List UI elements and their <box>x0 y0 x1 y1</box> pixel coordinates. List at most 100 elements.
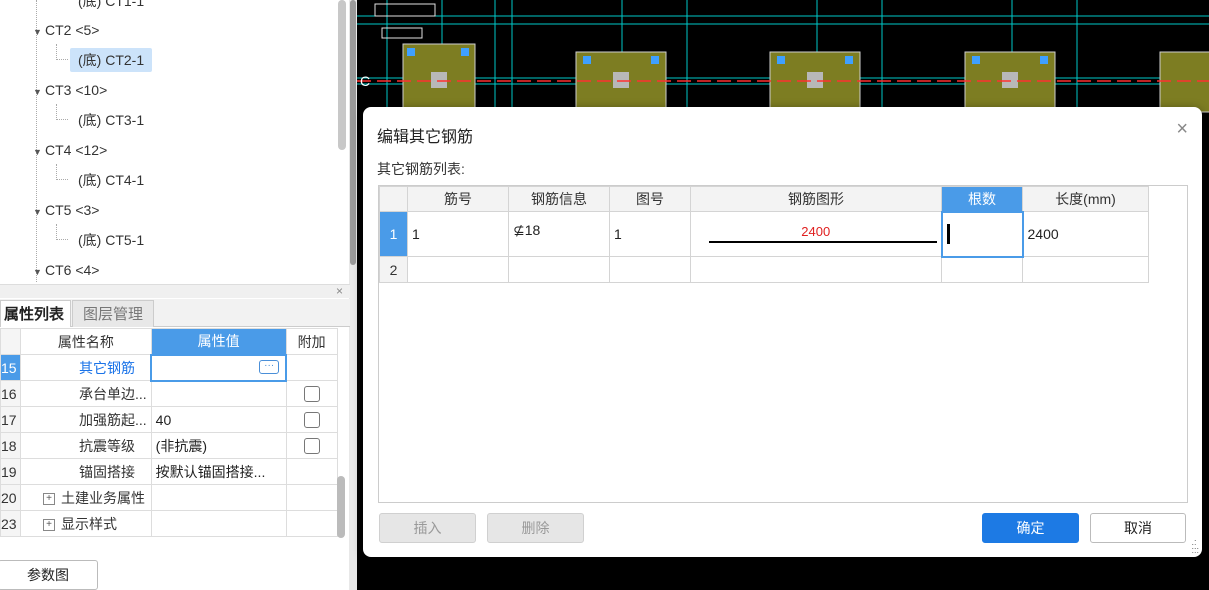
shape-line <box>709 241 937 243</box>
more-options-button[interactable]: ··· <box>259 359 280 374</box>
tree-node-ct5[interactable]: ▼ CT5 <3> <box>33 199 99 221</box>
rebar-shape-cell[interactable]: 2400 <box>690 211 942 257</box>
collapse-arrow-icon[interactable]: ▼ <box>33 141 45 163</box>
extra-checkbox[interactable] <box>303 438 320 455</box>
table-row[interactable]: 2 <box>379 256 1149 283</box>
column-header-figure-no[interactable]: 图号 <box>609 186 691 212</box>
length-cell[interactable]: 2400 <box>1022 211 1149 257</box>
column-header-bar-no[interactable]: 筋号 <box>407 186 509 212</box>
parameter-diagram-button[interactable]: 参数图 <box>0 560 98 590</box>
row-number: 2 <box>379 256 408 283</box>
property-value-field[interactable]: (非抗震) <box>150 432 287 459</box>
property-value-field[interactable] <box>150 484 287 511</box>
row-number: 15 <box>0 354 21 381</box>
text-caret <box>946 224 950 244</box>
property-name[interactable]: 承台单边... <box>20 380 152 407</box>
property-name[interactable]: 其它钢筋 <box>20 354 152 381</box>
tree-leaf-ct1-1[interactable]: (底) CT1-1 <box>70 0 152 13</box>
property-value-field[interactable]: 按默认锚固搭接... <box>150 458 287 485</box>
count-cell[interactable] <box>941 256 1023 283</box>
tree-node-label: CT3 <10> <box>45 82 108 98</box>
property-tabs: 属性列表 图层管理 <box>0 299 350 327</box>
shape-length-label: 2400 <box>801 224 831 239</box>
table-row[interactable]: 20 + 土建业务属性 <box>0 484 338 511</box>
column-header-count[interactable]: 根数 <box>941 186 1023 212</box>
tree-node-label: CT2 <5> <box>45 22 100 38</box>
bar-no-cell[interactable]: 1 <box>407 211 509 257</box>
table-row[interactable]: 17 加强筋起... 40 <box>0 406 338 433</box>
property-group[interactable]: + 显示样式 <box>20 510 152 537</box>
row-number: 23 <box>0 510 21 537</box>
column-header-name: 属性名称 <box>20 328 152 355</box>
tree-node-ct6[interactable]: ▼ CT6 <4> <box>33 259 99 281</box>
collapse-arrow-icon[interactable]: ▼ <box>33 201 45 223</box>
expand-plus-icon[interactable]: + <box>43 518 55 531</box>
column-header-rebar-info[interactable]: 钢筋信息 <box>508 186 610 212</box>
extra-checkbox[interactable] <box>303 412 320 429</box>
figure-no-cell[interactable]: 1 <box>609 211 691 257</box>
count-input[interactable] <box>940 210 1024 258</box>
extra-checkbox-cell <box>285 406 338 433</box>
rebar-info-cell[interactable] <box>508 256 610 283</box>
insert-button[interactable]: 插入 <box>379 513 476 543</box>
close-icon[interactable]: × <box>1176 119 1188 139</box>
row-number: 20 <box>0 484 21 511</box>
tree-leaf-ct5-1[interactable]: (底) CT5-1 <box>70 228 152 252</box>
ok-button[interactable]: 确定 <box>982 513 1079 543</box>
column-header-extra: 附加 <box>285 328 338 355</box>
rebar-shape-figure: 2400 <box>691 212 941 256</box>
tab-layer-management[interactable]: 图层管理 <box>72 300 154 327</box>
tree-node-ct4[interactable]: ▼ CT4 <12> <box>33 139 107 161</box>
panel-header <box>0 284 350 298</box>
resize-grip-icon[interactable]: .:::: <box>1191 538 1199 555</box>
length-cell[interactable] <box>1022 256 1149 283</box>
property-value-field[interactable] <box>150 510 287 537</box>
extra-cell <box>285 510 338 537</box>
table-row[interactable]: 1 1 ⊈18 1 2400 2400 <box>379 210 1149 258</box>
rebar-grid: 筋号 钢筋信息 图号 钢筋图形 根数 长度(mm) 1 1 ⊈18 1 2400 <box>378 185 1188 503</box>
rebar-shape-cell[interactable] <box>690 256 942 283</box>
delete-button[interactable]: 删除 <box>487 513 584 543</box>
dialog-title: 编辑其它钢筋 <box>377 129 474 146</box>
tree-node-label: CT6 <4> <box>45 262 100 278</box>
tree-leaf-ct3-1[interactable]: (底) CT3-1 <box>70 108 152 132</box>
rebar-info-cell[interactable]: ⊈18 <box>508 211 610 257</box>
collapse-arrow-icon[interactable]: ▼ <box>33 81 45 103</box>
table-row[interactable]: 16 承台单边... <box>0 380 338 407</box>
figure-no-cell[interactable] <box>609 256 691 283</box>
property-value-field[interactable]: 40 <box>150 406 287 433</box>
property-scrollbar[interactable] <box>337 476 345 538</box>
tree-leaf-ct4-1[interactable]: (底) CT4-1 <box>70 168 152 192</box>
column-header-length[interactable]: 长度(mm) <box>1022 186 1149 212</box>
extra-checkbox-cell <box>285 432 338 459</box>
tab-property-list[interactable]: 属性列表 <box>0 300 71 327</box>
tree-node-ct3[interactable]: ▼ CT3 <10> <box>33 79 107 101</box>
tree-node-label: CT4 <12> <box>45 142 108 158</box>
property-value-field[interactable]: ··· <box>150 353 288 382</box>
table-row[interactable]: 23 + 显示样式 <box>0 510 338 537</box>
tree-scrollbar[interactable] <box>338 0 346 150</box>
bar-no-cell[interactable] <box>407 256 509 283</box>
collapse-arrow-icon[interactable]: ▼ <box>33 21 45 43</box>
tree-leaf-ct2-1[interactable]: (底) CT2-1 <box>70 48 153 72</box>
extra-cell <box>285 354 338 381</box>
edit-other-rebar-dialog: 编辑其它钢筋 × 其它钢筋列表: 筋号 钢筋信息 图号 钢筋图形 根数 长度(m… <box>363 107 1202 557</box>
extra-checkbox[interactable] <box>303 386 320 403</box>
property-name[interactable]: 锚固搭接 <box>20 458 152 485</box>
cancel-button[interactable]: 取消 <box>1090 513 1186 543</box>
property-name[interactable]: 抗震等级 <box>20 432 152 459</box>
property-value-field[interactable] <box>150 380 287 407</box>
row-number: 1 <box>379 211 408 257</box>
table-row[interactable]: 15 其它钢筋 ··· <box>0 353 338 382</box>
tree-node-ct2[interactable]: ▼ CT2 <5> <box>33 19 99 41</box>
panel-close-icon[interactable]: × <box>336 284 343 298</box>
collapse-arrow-icon[interactable]: ▼ <box>33 261 45 282</box>
column-header-rebar-shape[interactable]: 钢筋图形 <box>690 186 942 212</box>
column-header-value[interactable]: 属性值 <box>150 328 287 355</box>
property-group[interactable]: + 土建业务属性 <box>20 484 152 511</box>
expand-plus-icon[interactable]: + <box>43 492 55 505</box>
splitter-scrollbar-thumb[interactable] <box>350 0 356 265</box>
property-name[interactable]: 加强筋起... <box>20 406 152 433</box>
table-row[interactable]: 18 抗震等级 (非抗震) <box>0 432 338 459</box>
table-row[interactable]: 19 锚固搭接 按默认锚固搭接... <box>0 458 338 485</box>
